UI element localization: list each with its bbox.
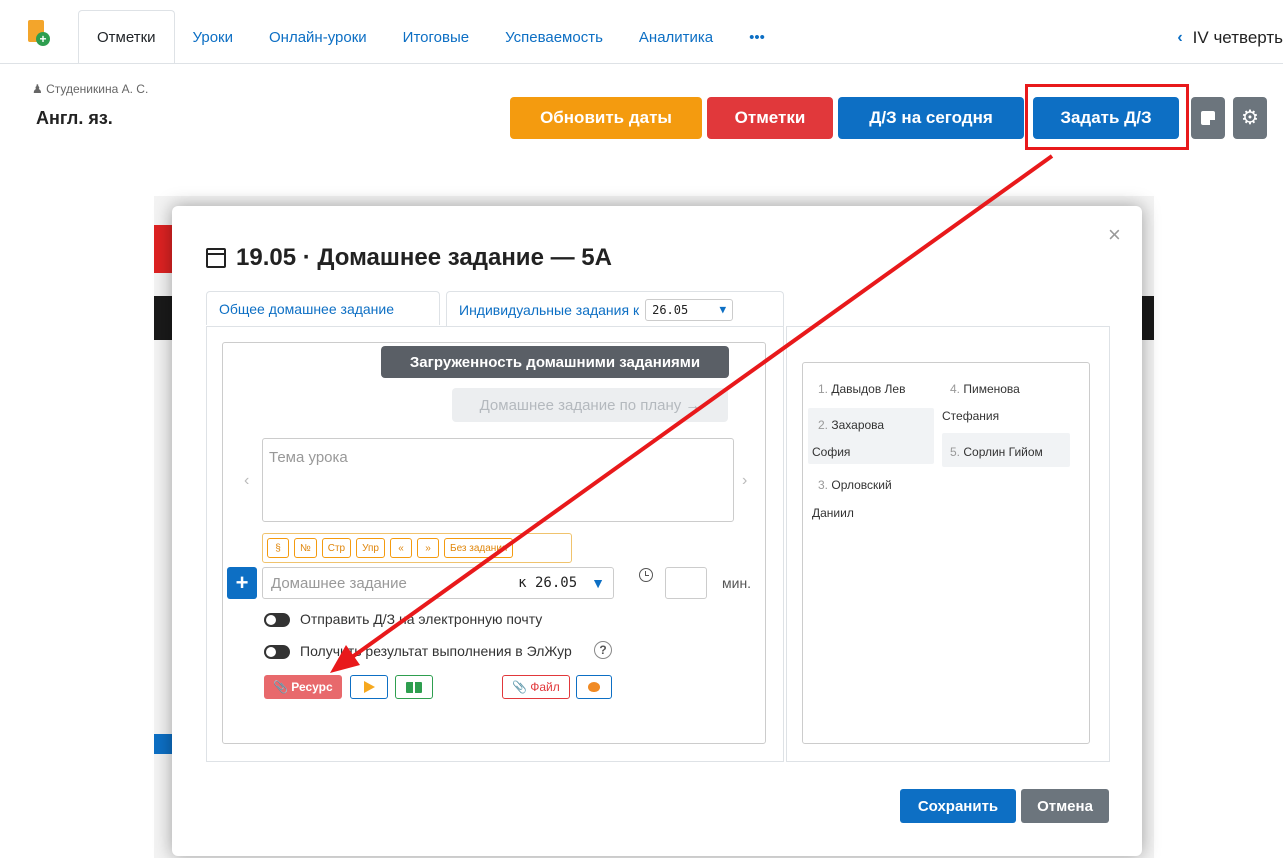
quick-close-quote-button[interactable]: »	[417, 538, 439, 558]
tab-online-lessons[interactable]: Онлайн-уроки	[251, 10, 385, 64]
close-icon[interactable]: ×	[1108, 222, 1121, 248]
file-label: Файл	[530, 680, 560, 694]
user-icon: ♟	[32, 82, 43, 96]
homework-by-plan-button[interactable]: Домашнее задание по плану →	[452, 388, 728, 422]
highlight-frame	[1025, 84, 1189, 150]
student-item[interactable]: 5. Сорлин Гийом	[950, 445, 1043, 459]
tab-common-homework[interactable]: Общее домашнее задание	[206, 291, 440, 325]
student-item-line2: Стефания	[942, 409, 1000, 423]
homework-due-date[interactable]: к 26.05	[518, 575, 577, 591]
update-dates-button[interactable]: Обновить даты	[510, 97, 702, 139]
chevron-down-icon: ▼	[719, 303, 727, 316]
paperclip-icon: 📎	[512, 680, 528, 694]
homework-input[interactable]: Домашнее задание к 26.05 ▼	[262, 567, 614, 599]
app-logo-icon[interactable]: +	[28, 20, 50, 48]
quick-number-button[interactable]: №	[294, 538, 317, 558]
background-badge	[154, 734, 172, 754]
video-button[interactable]	[350, 675, 388, 699]
marks-button[interactable]: Отметки	[707, 97, 833, 139]
note-button[interactable]	[1191, 97, 1225, 139]
email-toggle-label: Отправить Д/З на электронную почту	[300, 611, 543, 627]
page-root: + Отметки Уроки Онлайн-уроки Итоговые Ус…	[0, 0, 1283, 858]
tab-individual-homework[interactable]: Индивидуальные задания к 26.05 ▼	[446, 291, 784, 327]
result-toggle-label: Получить результат выполнения в ЭлЖур	[300, 643, 572, 659]
tab-more[interactable]: •••	[731, 10, 783, 64]
tab-final[interactable]: Итоговые	[385, 10, 487, 64]
main-tabs: Отметки Уроки Онлайн-уроки Итоговые Успе…	[78, 10, 783, 64]
settings-button[interactable]: ⚙	[1233, 97, 1267, 139]
student-item[interactable]: 3. Орловский	[818, 478, 892, 492]
paperclip-icon: 📎	[273, 680, 289, 694]
student-item-line2: София	[812, 445, 851, 459]
tab-individual-label: Индивидуальные задания к	[459, 301, 640, 318]
cloud-icon	[588, 682, 600, 692]
quick-no-task-button[interactable]: Без задания	[444, 538, 514, 558]
lesson-topic-input[interactable]: Тема урока	[262, 438, 734, 522]
modal-title-text: 19.05 · Домашнее задание — 5А	[236, 244, 612, 271]
chevron-down-icon[interactable]: ▼	[591, 575, 605, 591]
background-logo	[154, 225, 172, 273]
homework-today-button[interactable]: Д/З на сегодня	[838, 97, 1024, 139]
quick-page-button[interactable]: Стр	[321, 538, 352, 558]
quick-exercise-button[interactable]: Упр	[356, 538, 385, 558]
teacher-name-text: Студеникина А. С.	[46, 82, 149, 96]
student-item[interactable]: 2. Захарова	[818, 418, 884, 432]
quick-open-quote-button[interactable]: «	[390, 538, 412, 558]
add-homework-button[interactable]: +	[227, 567, 257, 599]
file-button[interactable]: 📎 Файл	[502, 675, 570, 699]
cloud-button[interactable]	[576, 675, 612, 699]
quarter-label: IV четверть	[1192, 28, 1283, 47]
book-button[interactable]	[395, 675, 433, 699]
tab-analytics[interactable]: Аналитика	[621, 10, 731, 64]
email-toggle[interactable]	[264, 613, 290, 627]
minutes-label: мин.	[722, 575, 752, 591]
calendar-icon	[206, 248, 226, 268]
resource-button[interactable]: 📎 Ресурс	[264, 675, 342, 699]
chevron-left-icon[interactable]: ‹	[1177, 29, 1182, 47]
student-item-line2: Даниил	[812, 506, 854, 520]
quick-insert-toolbar: § № Стр Упр « » Без задания	[262, 533, 572, 563]
quarter-selector[interactable]: ‹ IV четверть	[1177, 28, 1283, 48]
teacher-name: ♟ Студеникина А. С.	[32, 82, 148, 96]
save-button[interactable]: Сохранить	[900, 789, 1016, 823]
prev-arrow-icon[interactable]: ‹	[244, 472, 249, 490]
minutes-input[interactable]	[665, 567, 707, 599]
next-arrow-icon[interactable]: ›	[742, 472, 747, 490]
tab-performance[interactable]: Успеваемость	[487, 10, 621, 64]
tabs-divider	[0, 63, 1283, 64]
note-icon	[1201, 111, 1215, 125]
gear-icon: ⚙	[1241, 107, 1259, 129]
modal-title: 19.05 · Домашнее задание — 5А	[206, 244, 612, 272]
individual-date-value: 26.05	[652, 302, 689, 317]
play-icon	[363, 681, 375, 693]
student-item[interactable]: 4. Пименова	[950, 382, 1020, 396]
individual-date-select[interactable]: 26.05 ▼	[645, 298, 734, 321]
result-toggle[interactable]	[264, 645, 290, 659]
tab-lessons[interactable]: Уроки	[175, 10, 251, 64]
clock-icon	[639, 568, 653, 582]
student-item[interactable]: 1. Давыдов Лев	[818, 382, 905, 396]
quick-paragraph-button[interactable]: §	[267, 538, 289, 558]
homework-placeholder: Домашнее задание	[271, 574, 407, 592]
book-icon	[406, 681, 422, 693]
resource-label: Ресурс	[291, 680, 333, 694]
subject-title: Англ. яз.	[36, 108, 113, 128]
help-icon[interactable]: ?	[594, 641, 612, 659]
tab-marks[interactable]: Отметки	[78, 10, 175, 64]
cancel-button[interactable]: Отмена	[1021, 789, 1109, 823]
homework-load-button[interactable]: Загруженность домашними заданиями	[381, 346, 729, 378]
